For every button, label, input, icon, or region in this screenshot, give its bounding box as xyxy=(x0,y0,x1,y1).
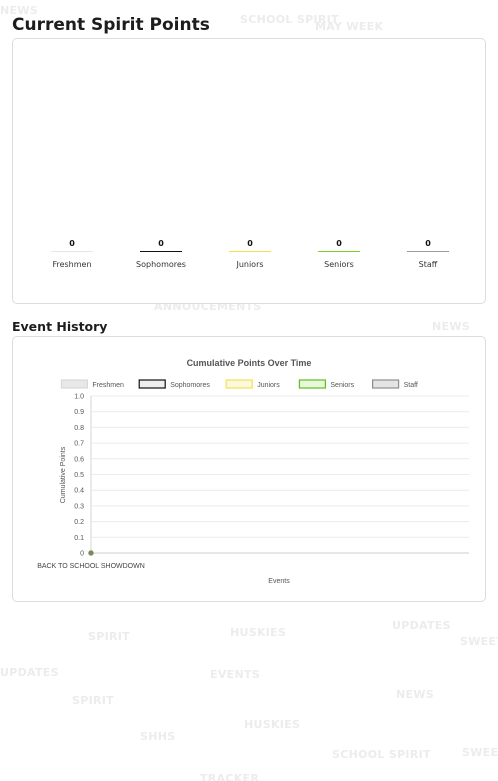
watermark-text: HUSKIES xyxy=(230,626,287,639)
watermark-text: SCHOOL SPIRIT xyxy=(240,13,339,26)
class-column-freshmen: 0 Freshmen xyxy=(51,239,93,269)
class-label: Freshmen xyxy=(52,260,92,269)
y-tick-label: 0.1 xyxy=(74,535,84,542)
data-point-staff[interactable] xyxy=(88,550,94,556)
y-tick-label: 0.8 xyxy=(74,425,84,432)
event-history-heading: Event History xyxy=(12,319,108,334)
points-value: 0 xyxy=(69,239,75,248)
class-column-sophomores: 0 Sophomores xyxy=(136,239,186,269)
y-axis-ticks: 1.0 0.9 0.8 0.7 0.6 0.5 0.4 0.3 0.2 0.1 0 xyxy=(74,394,84,558)
y-tick-label: 0.9 xyxy=(74,409,84,416)
watermark-text: UPDATES xyxy=(392,619,451,632)
legend-label-seniors[interactable]: Seniors xyxy=(330,382,354,389)
x-axis-label: Events xyxy=(268,578,290,585)
y-tick-label: 0.2 xyxy=(74,519,84,526)
class-column-seniors: 0 Seniors xyxy=(318,239,360,269)
legend-swatch-staff[interactable] xyxy=(372,379,400,389)
watermark-text: SHHS xyxy=(140,730,176,743)
watermark-text: SPIRIT xyxy=(72,694,114,707)
y-tick-label: 0.6 xyxy=(74,456,84,463)
watermark-text: SWEET xyxy=(460,635,498,648)
x-tick-label: BACK TO SCHOOL SHOWDOWN xyxy=(37,563,145,570)
legend-label-freshmen[interactable]: Freshmen xyxy=(92,382,124,389)
chart-legend: Freshmen Sophomores Juniors Seniors Staff xyxy=(60,379,418,389)
watermark-text: NEWS xyxy=(432,320,470,333)
legend-swatch-juniors[interactable] xyxy=(225,379,253,389)
watermark-text: MAY WEEK xyxy=(315,20,384,33)
watermark-text: SPIRIT xyxy=(88,630,130,643)
y-tick-label: 0.3 xyxy=(74,503,84,510)
points-bar xyxy=(407,251,449,252)
watermark-text: EVENTS xyxy=(210,668,260,681)
legend-swatch-sophomores[interactable] xyxy=(138,379,166,389)
class-column-juniors: 0 Juniors xyxy=(229,239,271,269)
watermark-text: UPDATES xyxy=(0,666,59,679)
y-axis-label: Cumulative Points xyxy=(60,446,67,503)
current-points-card: 0 Freshmen 0 Sophomores 0 Juniors 0 Seni… xyxy=(12,38,486,304)
y-tick-label: 1.0 xyxy=(74,394,84,401)
points-value: 0 xyxy=(425,239,431,248)
legend-swatch-seniors[interactable] xyxy=(298,379,326,389)
watermark-text: HUSKIES xyxy=(244,718,301,731)
chart-points xyxy=(88,550,94,556)
y-tick-label: 0 xyxy=(80,551,84,558)
current-spirit-points-heading: Current Spirit Points xyxy=(12,15,210,35)
class-label: Staff xyxy=(418,260,438,269)
watermark-text: SCHOOL SPIRIT xyxy=(332,748,431,761)
points-value: 0 xyxy=(247,239,253,248)
class-label: Juniors xyxy=(236,260,264,269)
y-tick-label: 0.4 xyxy=(74,488,84,495)
legend-label-juniors[interactable]: Juniors xyxy=(257,382,280,389)
cumulative-points-chart: Cumulative Points Over Time Freshmen Soph… xyxy=(37,358,469,585)
points-value: 0 xyxy=(158,239,164,248)
watermark-text: TRACKER xyxy=(200,772,260,781)
legend-swatch-freshmen[interactable] xyxy=(60,379,89,389)
watermark-text: NEWS xyxy=(396,688,434,701)
y-tick-label: 0.7 xyxy=(74,441,84,448)
class-label: Seniors xyxy=(324,260,354,269)
chart-title: Cumulative Points Over Time xyxy=(187,358,312,368)
x-axis-ticks: BACK TO SCHOOL SHOWDOWN xyxy=(37,563,145,570)
points-bar xyxy=(318,251,360,252)
points-value: 0 xyxy=(336,239,342,248)
chart-grid xyxy=(90,395,469,554)
event-history-card: Cumulative Points Over Time Freshmen Soph… xyxy=(12,336,486,602)
class-column-staff: 0 Staff xyxy=(407,239,449,269)
legend-label-staff[interactable]: Staff xyxy=(404,382,418,389)
watermark-text: SWEET xyxy=(462,746,498,759)
y-tick-label: 0.5 xyxy=(74,472,84,479)
points-bar xyxy=(51,251,93,252)
class-label: Sophomores xyxy=(136,260,186,269)
legend-label-sophomores[interactable]: Sophomores xyxy=(170,382,210,389)
points-bar xyxy=(140,251,182,252)
points-bar xyxy=(229,251,271,252)
